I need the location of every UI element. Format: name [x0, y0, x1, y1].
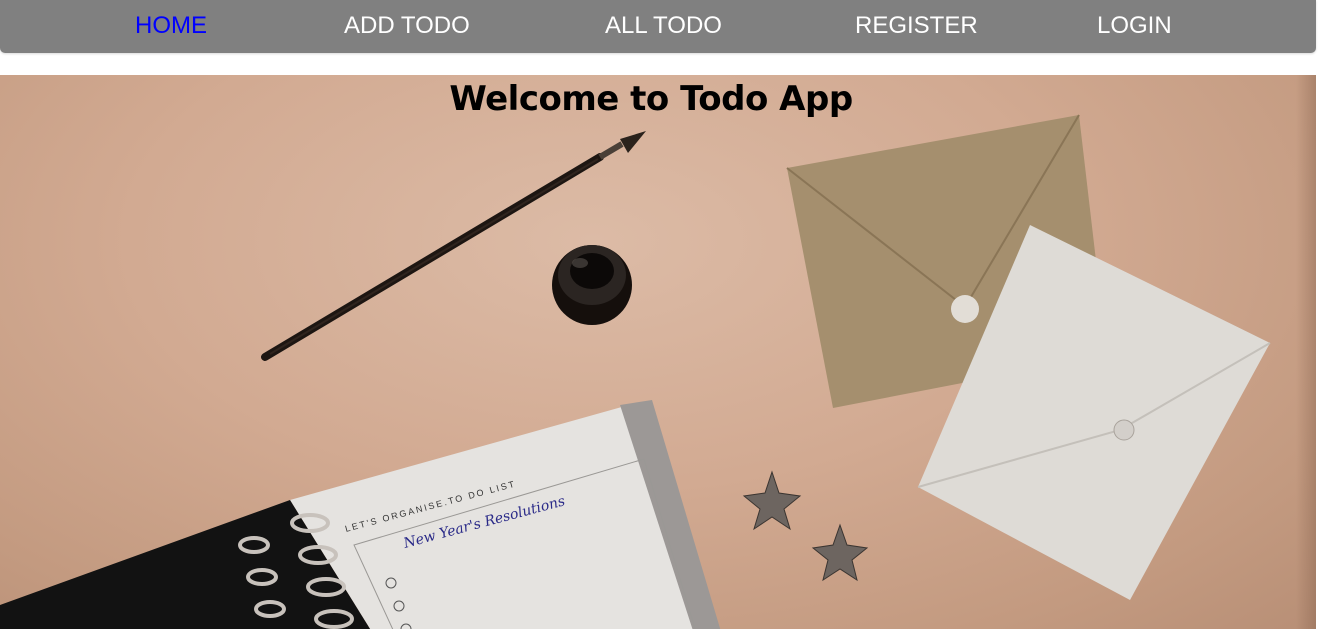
page-title: Welcome to Todo App: [449, 79, 853, 119]
desk-flatlay-image: LET'S ORGANISE.TO DO LIST New Year's Res…: [0, 114, 1271, 629]
notebook: LET'S ORGANISE.TO DO LIST New Year's Res…: [0, 400, 721, 629]
hero-banner: LET'S ORGANISE.TO DO LIST New Year's Res…: [0, 75, 1316, 629]
nav-link-login[interactable]: LOGIN: [1097, 0, 1172, 53]
top-navbar: HOME ADD TODO ALL TODO REGISTER LOGIN: [0, 0, 1316, 53]
nav-link-add-todo[interactable]: ADD TODO: [344, 0, 470, 53]
nav-link-register[interactable]: REGISTER: [855, 0, 978, 53]
nav-link-all-todo[interactable]: ALL TODO: [605, 0, 722, 53]
hero-edge-shade: [1296, 75, 1316, 629]
ink-bottle: [552, 245, 632, 325]
star-ornaments: [742, 470, 869, 582]
nav-link-home[interactable]: HOME: [135, 0, 207, 53]
